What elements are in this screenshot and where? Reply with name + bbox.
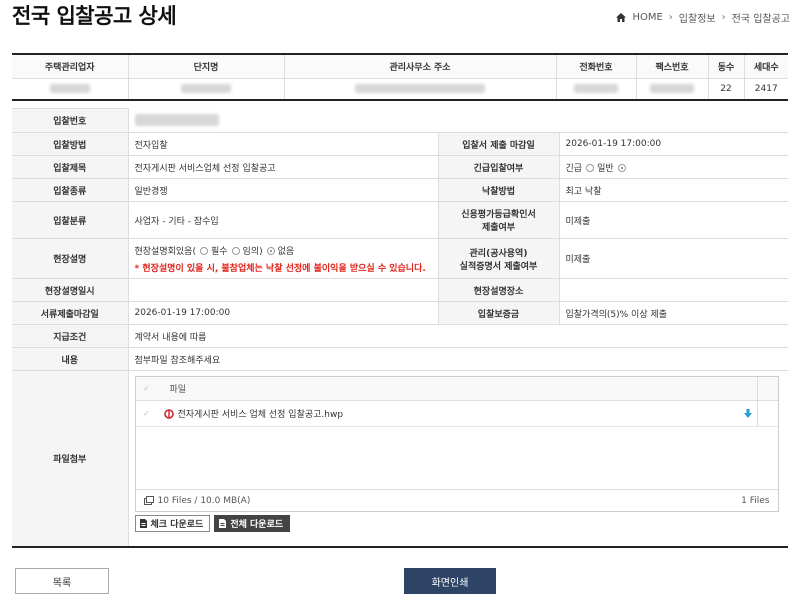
site-required-label: 필수 — [210, 246, 228, 257]
hwp-file-icon — [163, 408, 174, 419]
site-options: 현장설명회있음(필수 임의) 없음 * 현장설명이 있을 시, 불참업체는 낙찰 선… — [127, 238, 438, 279]
household-count-value: 2417 — [743, 78, 788, 100]
site-none-label: 없음 — [277, 246, 295, 257]
credit-label-line2: 제출여부 — [481, 223, 516, 233]
deadline-label: 입찰서 제출 마감일 — [437, 132, 559, 156]
check-download-button[interactable]: 체크 다운로드 — [134, 515, 211, 532]
deposit-value: 입찰가격의(5)% 이상 제출 — [558, 301, 789, 325]
credit-label-line1: 신용평가등급확인서 — [461, 210, 536, 220]
check-download-label: 체크 다운로드 — [150, 520, 204, 530]
file-column-header: 파일 — [169, 385, 187, 395]
doc-deadline-value: 2026-01-19 17:00:00 — [127, 301, 438, 325]
attach-area: ✓ 파일 ✓ 전자게시판 서비스 업체 선정 입찰공고.hwp 10 Files… — [127, 370, 789, 547]
document-icon — [139, 519, 147, 528]
site-label: 현장설명 — [12, 238, 128, 279]
bid-number-value — [127, 108, 789, 133]
print-button[interactable]: 화면인쇄 — [404, 568, 496, 594]
credit-label: 신용평가등급확인서제출여부 — [437, 201, 559, 239]
chevron-right-icon: › — [668, 12, 673, 23]
header-household-count: 세대수 — [743, 54, 788, 79]
document-icon — [219, 519, 227, 528]
files-icon — [143, 496, 154, 505]
site-optional-label: 임의 — [242, 246, 260, 257]
perf-label-line1: 관리(공사용역) — [469, 248, 528, 259]
phone-value — [555, 78, 636, 100]
perf-value: 미제출 — [558, 238, 789, 279]
download-arrow-icon[interactable] — [743, 409, 752, 418]
urgent-label: 긴급입찰여부 — [437, 155, 559, 179]
bid-number-label: 입찰번호 — [12, 108, 128, 133]
urgent-options: 긴급 일반 — [558, 155, 789, 179]
header-office-address: 관리사무소 주소 — [283, 54, 556, 79]
perf-label-line2: 실적증명서 제출여부 — [459, 261, 538, 272]
award-value: 최고 낙찰 — [558, 178, 789, 202]
all-download-label: 전체 다운로드 — [230, 520, 284, 530]
file-list-header: ✓ 파일 — [135, 377, 778, 401]
title-value: 전자게시판 서비스업체 선정 입찰공고 — [127, 155, 438, 179]
header-complex-name: 단지명 — [127, 54, 284, 79]
award-label: 낙찰방법 — [437, 178, 559, 202]
site-none-radio[interactable] — [266, 246, 275, 255]
site-meeting-text: 현장설명회있음( — [134, 246, 196, 257]
site-warning: * 현장설명이 있을 시, 불참업체는 낙찰 선정에 불이익을 받으실 수 있습… — [134, 263, 426, 274]
normal-option-label: 일반 — [597, 163, 614, 174]
site-required-radio[interactable] — [199, 246, 208, 255]
file-list: ✓ 파일 ✓ 전자게시판 서비스 업체 선정 입찰공고.hwp 10 Files… — [134, 376, 779, 512]
perf-label: 관리(공사용역) 실적증명서 제출여부 — [437, 238, 559, 279]
payment-label: 지급조건 — [12, 324, 128, 348]
category-value: 사업자 - 기타 - 잡수입 — [127, 201, 438, 239]
site-place-label: 현장설명장소 — [437, 278, 559, 302]
breadcrumb: HOME › 입찰정보 › 전국 입찰공고 — [616, 10, 790, 25]
file-name[interactable]: 전자게시판 서비스 업체 선정 입찰공고.hwp — [178, 407, 344, 420]
breadcrumb-level2[interactable]: 전국 입찰공고 — [732, 10, 790, 25]
fax-value — [635, 78, 708, 100]
site-place-value — [558, 278, 789, 302]
method-label: 입찰방법 — [12, 132, 128, 156]
site-date-label: 현장설명일시 — [12, 278, 128, 302]
doc-deadline-label: 서류제출마감일 — [12, 301, 128, 325]
site-date-value — [127, 278, 438, 302]
header-dong-count: 동수 — [707, 54, 744, 79]
content-label: 내용 — [12, 347, 128, 371]
chevron-right-icon: › — [721, 12, 726, 23]
files-summary: 10 Files / 10.0 MB(A) — [157, 495, 251, 506]
urgent-radio[interactable] — [586, 163, 595, 172]
bid-detail-table: 입찰번호 입찰방법 전자입찰 입찰서 제출 마감일 2026-01-19 17:… — [12, 108, 789, 548]
file-list-footer: 10 Files / 10.0 MB(A) 1 Files — [135, 489, 778, 511]
credit-value: 미제출 — [558, 201, 789, 239]
category-label: 입찰분류 — [12, 201, 128, 239]
deadline-value: 2026-01-19 17:00:00 — [558, 132, 789, 156]
complex-summary-table: 주택관리업자 단지명 관리사무소 주소 전화번호 팩스번호 동수 세대수 22 … — [12, 53, 788, 101]
site-optional-radio[interactable] — [231, 246, 240, 255]
content-value: 첨부파일 참조해주세요 — [127, 347, 789, 371]
complex-name-value — [127, 78, 284, 100]
title-label: 입찰제목 — [12, 155, 128, 179]
type-label: 입찰종류 — [12, 178, 128, 202]
select-all-checkbox[interactable]: ✓ — [136, 384, 158, 393]
breadcrumb-home[interactable]: HOME — [632, 12, 662, 23]
home-icon[interactable] — [616, 13, 627, 22]
deposit-label: 입찰보증금 — [437, 301, 559, 325]
list-button[interactable]: 목록 — [15, 568, 109, 594]
breadcrumb-level1[interactable]: 입찰정보 — [679, 10, 716, 25]
method-value: 전자입찰 — [127, 132, 438, 156]
page-title: 전국 입찰공고 상세 — [12, 4, 177, 28]
all-download-button[interactable]: 전체 다운로드 — [214, 515, 291, 532]
header-phone: 전화번호 — [555, 54, 636, 79]
normal-radio[interactable] — [617, 163, 626, 172]
file-row[interactable]: ✓ 전자게시판 서비스 업체 선정 입찰공고.hwp — [135, 401, 778, 427]
type-value: 일반경쟁 — [127, 178, 438, 202]
payment-value: 계약서 내용에 따름 — [127, 324, 789, 348]
header-fax: 팩스번호 — [635, 54, 708, 79]
dong-count-value: 22 — [707, 78, 744, 100]
office-address-value — [283, 78, 556, 100]
urgent-option-label: 긴급 — [565, 163, 583, 174]
header-manager: 주택관리업자 — [12, 54, 128, 79]
manager-value — [12, 78, 128, 100]
files-count: 1 Files — [741, 495, 770, 506]
attach-label: 파일첨부 — [12, 370, 128, 547]
file-checkbox[interactable]: ✓ — [136, 409, 158, 418]
